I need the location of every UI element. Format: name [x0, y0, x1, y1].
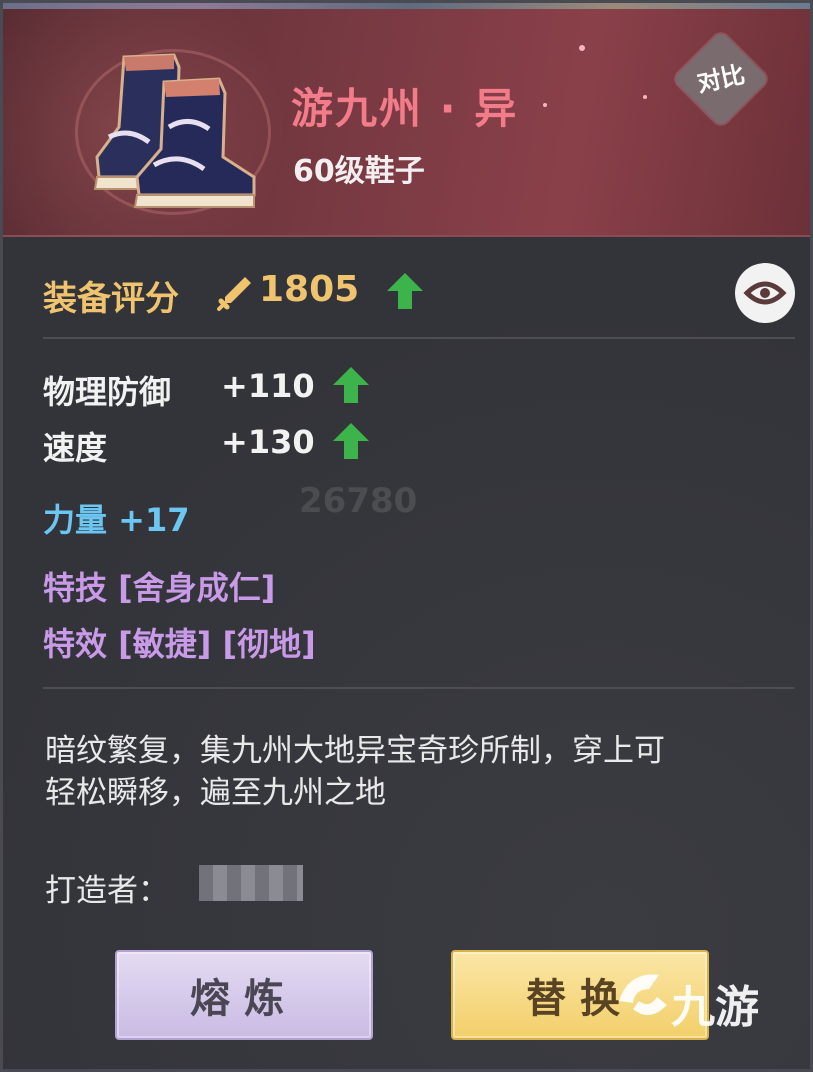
smelt-button-label: 熔炼 [190, 976, 298, 1022]
sword-icon [217, 277, 251, 311]
score-label: 装备评分 [43, 279, 179, 319]
eye-icon [743, 281, 787, 305]
sparkle [579, 45, 585, 51]
divider [43, 337, 795, 339]
attribute-value: +130 [221, 423, 315, 461]
attribute-name: 物理防御 [43, 373, 172, 411]
special-effect[interactable]: 特效 [敏捷] [彻地] [43, 619, 316, 665]
eye-button[interactable] [735, 263, 795, 323]
description-line: 轻松瞬移，遍至九州之地 [45, 775, 386, 811]
item-boots-icon [93, 53, 256, 208]
special-skill[interactable]: 特技 [舍身成仁] [43, 563, 275, 609]
background-ghost-score: 26780 [299, 481, 418, 521]
attribute-value: +110 [221, 367, 315, 405]
strength-bonus: 力量 +17 [43, 501, 190, 539]
sparkle [543, 103, 547, 107]
up-arrow-icon [333, 423, 369, 459]
description-line: 暗纹繁复，集九州大地异宝奇珍所制，穿上可 [45, 733, 665, 769]
attribute-name: 速度 [43, 429, 108, 467]
maker-label: 打造者： [45, 873, 169, 909]
up-arrow-icon [333, 367, 369, 403]
smelt-button[interactable]: 熔炼 [115, 950, 373, 1040]
score-value: 1805 [259, 269, 360, 310]
watermark-text: 九游 [671, 982, 759, 1033]
up-arrow-icon [387, 273, 423, 309]
item-tooltip-panel: 游九州 · 异 60级鞋子 对比 26780 装备评分 1805 物理防御 +1… [0, 0, 813, 1072]
divider [43, 687, 795, 689]
item-name: 游九州 · 异 [291, 84, 519, 133]
compare-label[interactable]: 对比 [687, 47, 755, 111]
maker-name-redacted [199, 865, 303, 901]
item-level: 60级鞋子 [293, 154, 425, 189]
sparkle [643, 95, 647, 99]
